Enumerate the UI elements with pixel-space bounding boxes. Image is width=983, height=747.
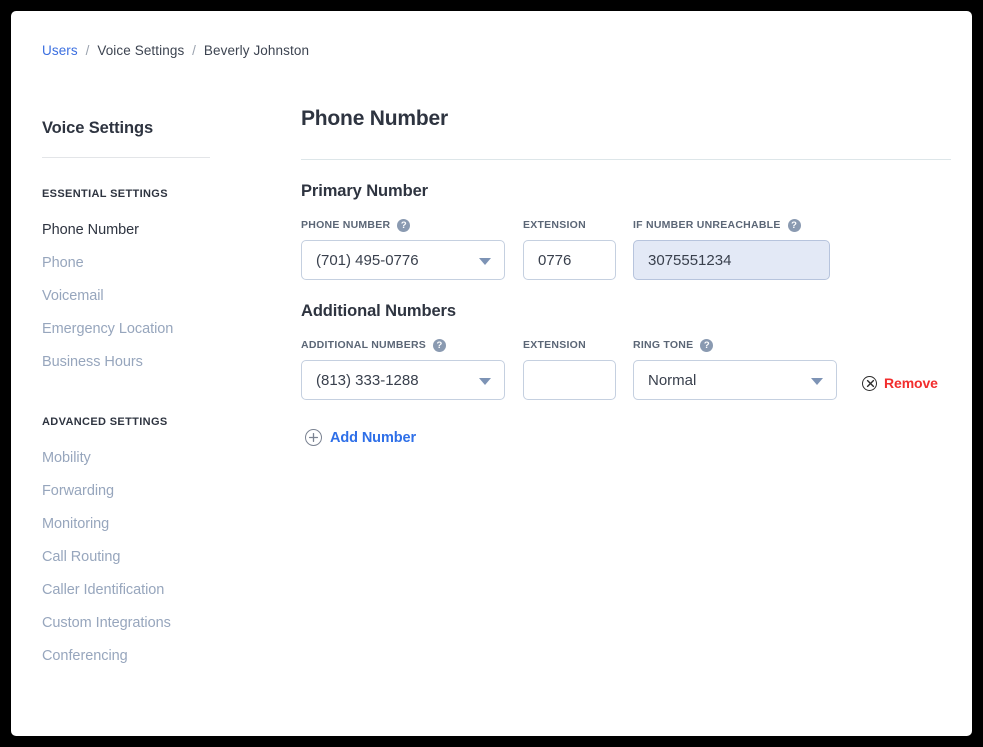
primary-number-row: PHONE NUMBER ? (701) 495-0776 EXTENSION …: [301, 218, 952, 280]
breadcrumb-separator: /: [82, 43, 94, 58]
help-icon[interactable]: ?: [700, 339, 713, 352]
main-content: Phone Number Primary Number PHONE NUMBER…: [290, 107, 952, 446]
field-label-phone-number: PHONE NUMBER ?: [301, 218, 505, 232]
field-if-number-unreachable: IF NUMBER UNREACHABLE ? 3075551234: [633, 218, 830, 280]
primary-extension-value: 0776: [538, 252, 571, 269]
phone-number-select[interactable]: (701) 495-0776: [301, 240, 505, 280]
sidebar-item-phone[interactable]: Phone: [42, 247, 242, 280]
field-label-extension: EXTENSION: [523, 338, 616, 352]
primary-extension-input[interactable]: 0776: [523, 240, 616, 280]
field-label-if-number-unreachable: IF NUMBER UNREACHABLE ?: [633, 218, 830, 232]
field-additional-extension: EXTENSION: [523, 338, 616, 400]
breadcrumb-item-users[interactable]: Users: [42, 43, 78, 58]
add-number-label: Add Number: [330, 430, 416, 446]
help-icon[interactable]: ?: [433, 339, 446, 352]
remove-number-button[interactable]: Remove: [862, 375, 938, 391]
sidebar-item-phone-number[interactable]: Phone Number: [42, 214, 242, 247]
if-number-unreachable-value: 3075551234: [648, 252, 731, 269]
field-additional-numbers: ADDITIONAL NUMBERS ? (813) 333-1288: [301, 338, 505, 400]
title-divider: [301, 159, 951, 160]
chevron-down-icon: [479, 258, 491, 265]
sidebar-item-voicemail[interactable]: Voicemail: [42, 280, 242, 313]
field-label-text: PHONE NUMBER: [301, 219, 390, 231]
chevron-down-icon: [479, 378, 491, 385]
section-title-additional-numbers: Additional Numbers: [301, 302, 952, 321]
help-icon[interactable]: ?: [788, 219, 801, 232]
sidebar-title: Voice Settings: [42, 119, 242, 138]
sidebar-divider: [42, 157, 210, 158]
ring-tone-select[interactable]: Normal: [633, 360, 837, 400]
sidebar-group-label-advanced: ADVANCED SETTINGS: [42, 416, 242, 428]
additional-extension-input[interactable]: [523, 360, 616, 400]
breadcrumb-item-voice-settings[interactable]: Voice Settings: [97, 43, 184, 58]
help-icon[interactable]: ?: [397, 219, 410, 232]
breadcrumb-item-beverly-johnston: Beverly Johnston: [204, 43, 309, 58]
sidebar-item-mobility[interactable]: Mobility: [42, 442, 242, 475]
field-label-text: ADDITIONAL NUMBERS: [301, 339, 426, 351]
add-number-button[interactable]: Add Number: [305, 429, 416, 446]
sidebar-item-forwarding[interactable]: Forwarding: [42, 475, 242, 508]
phone-number-value: (701) 495-0776: [316, 252, 419, 269]
section-title-primary-number: Primary Number: [301, 182, 952, 201]
additional-number-select[interactable]: (813) 333-1288: [301, 360, 505, 400]
sidebar-item-emergency-location[interactable]: Emergency Location: [42, 313, 242, 346]
sidebar-item-caller-identification[interactable]: Caller Identification: [42, 574, 242, 607]
field-ring-tone: RING TONE ? Normal: [633, 338, 837, 400]
sidebar-item-conferencing[interactable]: Conferencing: [42, 640, 242, 673]
field-primary-extension: EXTENSION 0776: [523, 218, 616, 280]
field-label-additional-numbers: ADDITIONAL NUMBERS ?: [301, 338, 505, 352]
if-number-unreachable-input[interactable]: 3075551234: [633, 240, 830, 280]
sidebar: Voice Settings ESSENTIAL SETTINGS Phone …: [42, 119, 242, 673]
sidebar-item-business-hours[interactable]: Business Hours: [42, 346, 242, 379]
breadcrumb-separator: /: [188, 43, 200, 58]
field-label-ring-tone: RING TONE ?: [633, 338, 837, 352]
app-window: Users / Voice Settings / Beverly Johnsto…: [11, 11, 972, 736]
plus-circle-icon: [305, 429, 322, 446]
field-label-text: EXTENSION: [523, 219, 586, 231]
field-phone-number: PHONE NUMBER ? (701) 495-0776: [301, 218, 505, 280]
sidebar-item-call-routing[interactable]: Call Routing: [42, 541, 242, 574]
chevron-down-icon: [811, 378, 823, 385]
field-label-text: EXTENSION: [523, 339, 586, 351]
sidebar-group-advanced: ADVANCED SETTINGS Mobility Forwarding Mo…: [42, 416, 242, 673]
sidebar-item-custom-integrations[interactable]: Custom Integrations: [42, 607, 242, 640]
sidebar-group-essential: ESSENTIAL SETTINGS Phone Number Phone Vo…: [42, 188, 242, 379]
page-title: Phone Number: [290, 107, 952, 131]
additional-number-value: (813) 333-1288: [316, 372, 419, 389]
additional-number-row: ADDITIONAL NUMBERS ? (813) 333-1288 EXTE…: [301, 338, 952, 400]
remove-label: Remove: [884, 375, 938, 391]
sidebar-item-monitoring[interactable]: Monitoring: [42, 508, 242, 541]
field-label-extension: EXTENSION: [523, 218, 616, 232]
field-label-text: RING TONE: [633, 339, 693, 351]
ring-tone-value: Normal: [648, 372, 696, 389]
close-circle-icon: [862, 376, 877, 391]
sidebar-group-label-essential: ESSENTIAL SETTINGS: [42, 188, 242, 200]
breadcrumb: Users / Voice Settings / Beverly Johnsto…: [42, 43, 309, 58]
field-label-text: IF NUMBER UNREACHABLE: [633, 219, 781, 231]
